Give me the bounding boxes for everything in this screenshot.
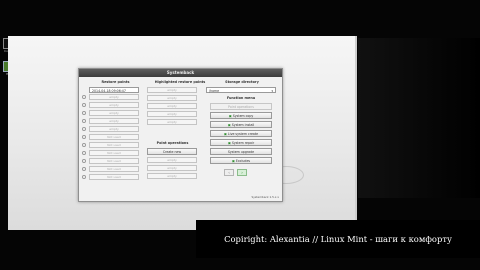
restore-point-radio[interactable] bbox=[82, 175, 86, 179]
restore-point-slot[interactable]: empty bbox=[89, 118, 139, 124]
restore-point-radio[interactable] bbox=[82, 111, 86, 115]
restore-point-slot[interactable]: empty bbox=[89, 94, 139, 100]
restore-points-header: Restore points bbox=[101, 80, 130, 84]
window-title[interactable]: Systemback bbox=[79, 69, 282, 77]
storage-directory-select[interactable]: /home ▾ bbox=[206, 87, 276, 93]
side-shadow bbox=[358, 38, 480, 198]
function-menu-header: Function menu bbox=[226, 96, 256, 100]
restore-point-slot[interactable]: Not used bbox=[89, 174, 139, 180]
restore-point-slot[interactable]: Not used bbox=[89, 158, 139, 164]
copyright-caption: Copiright: Alexantia // Linux Mint - шаг… bbox=[196, 220, 480, 258]
live-system-icon: ▣ bbox=[223, 132, 227, 136]
restore-point-slot[interactable]: empty bbox=[89, 126, 139, 132]
live-system-create-label: Live system create bbox=[227, 132, 259, 136]
point-operations-menu-label: Point operations bbox=[228, 105, 254, 109]
highlighted-slot[interactable]: empty bbox=[147, 111, 197, 117]
restore-point-radio[interactable] bbox=[82, 143, 86, 147]
restore-point-radio[interactable] bbox=[82, 135, 86, 139]
create-new-button[interactable]: Create new bbox=[147, 148, 197, 155]
point-operations-menu-button[interactable]: Point operations bbox=[210, 103, 272, 110]
restore-point-radio[interactable] bbox=[82, 151, 86, 155]
system-upgrade-button[interactable]: System upgrade bbox=[210, 148, 272, 155]
storage-directory-value: /home bbox=[209, 89, 220, 93]
next-page-button[interactable]: › bbox=[237, 169, 247, 176]
live-system-create-button[interactable]: ▣Live system create bbox=[210, 130, 272, 137]
install-icon: ▣ bbox=[227, 123, 231, 127]
system-repair-button[interactable]: ▣System repair bbox=[210, 139, 272, 146]
system-install-button[interactable]: ▣System install bbox=[210, 121, 272, 128]
restore-point-field[interactable]: 2014-04-18 09:06:47 bbox=[89, 87, 139, 93]
restore-point-radio[interactable] bbox=[82, 119, 86, 123]
system-repair-label: System repair bbox=[231, 141, 255, 145]
highlighted-slot[interactable]: empty bbox=[147, 165, 197, 171]
highlighted-slot[interactable]: empty bbox=[147, 157, 197, 163]
restore-point-radio[interactable] bbox=[82, 159, 86, 163]
restore-point-slot[interactable]: Not used bbox=[89, 166, 139, 172]
highlighted-slot[interactable]: empty bbox=[147, 119, 197, 125]
storage-directory-header: Storage directory bbox=[225, 80, 259, 84]
restore-point-radio[interactable] bbox=[82, 167, 86, 171]
restore-point-slot[interactable]: empty bbox=[89, 110, 139, 116]
restore-point-radio[interactable] bbox=[82, 127, 86, 131]
excludes-icon: ▣ bbox=[231, 159, 235, 163]
highlighted-slot[interactable]: empty bbox=[147, 95, 197, 101]
excludes-button[interactable]: ▣Excludes bbox=[210, 157, 272, 164]
restore-point-slot[interactable]: Not used bbox=[89, 142, 139, 148]
restore-point-radio[interactable] bbox=[82, 103, 86, 107]
copy-icon: ▣ bbox=[228, 114, 232, 118]
restore-point-slot[interactable]: empty bbox=[89, 102, 139, 108]
version-label: Systemback 1.5.x.x bbox=[251, 195, 279, 199]
restore-point-slot[interactable]: Not used bbox=[89, 150, 139, 156]
system-upgrade-label: System upgrade bbox=[227, 150, 255, 154]
highlighted-slot[interactable]: empty bbox=[147, 173, 197, 179]
excludes-label: Excludes bbox=[235, 159, 251, 163]
point-operations-header: Point operations bbox=[156, 141, 189, 145]
systemback-window: Systemback Restore points Highlighted re… bbox=[78, 68, 283, 202]
system-copy-label: System copy bbox=[232, 114, 254, 118]
system-install-label: System install bbox=[231, 123, 255, 127]
restore-point-radio[interactable] bbox=[82, 95, 86, 99]
highlighted-slot[interactable]: empty bbox=[147, 103, 197, 109]
highlighted-slot[interactable]: empty bbox=[147, 87, 197, 93]
repair-icon: ▣ bbox=[227, 141, 231, 145]
previous-page-button[interactable]: ‹ bbox=[224, 169, 234, 176]
chevron-down-icon: ▾ bbox=[271, 89, 273, 93]
system-copy-button[interactable]: ▣System copy bbox=[210, 112, 272, 119]
highlighted-points-header: Highlighted restore points bbox=[154, 80, 206, 84]
restore-point-slot[interactable]: Not used bbox=[89, 134, 139, 140]
